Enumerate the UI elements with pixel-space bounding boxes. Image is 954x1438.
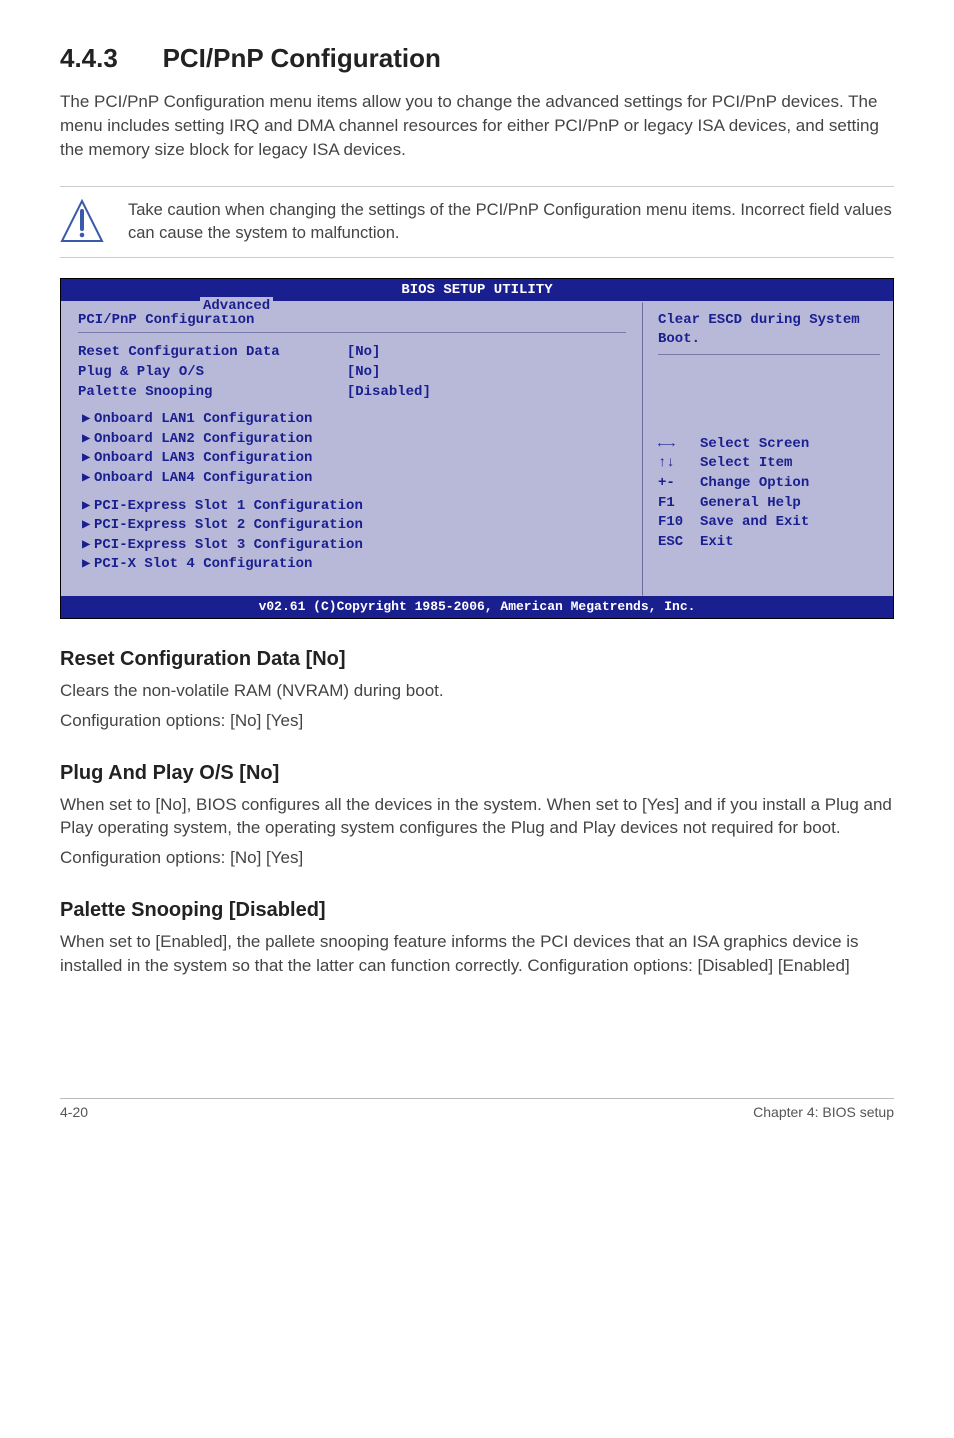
triangle-icon: ▶ bbox=[82, 497, 94, 517]
bios-right-panel: Clear ESCD during System Boot. ←→ Select… bbox=[643, 302, 893, 596]
submenu-label: Onboard LAN2 Configuration bbox=[94, 431, 312, 447]
bios-tabbar: Advanced bbox=[201, 297, 272, 317]
caution-icon bbox=[60, 197, 104, 247]
bios-submenu-lan4[interactable]: ▶Onboard LAN4 Configuration bbox=[82, 469, 626, 489]
submenu-label: PCI-Express Slot 2 Configuration bbox=[94, 517, 363, 533]
submenu-label: PCI-Express Slot 1 Configuration bbox=[94, 498, 363, 514]
section-header: 4.4.3 PCI/PnP Configuration bbox=[60, 40, 894, 76]
bios-key-change-option: +- Change Option bbox=[658, 474, 880, 494]
submenu-label: Onboard LAN1 Configuration bbox=[94, 411, 312, 427]
subheading-plug-and-play: Plug And Play O/S [No] bbox=[60, 759, 894, 787]
bios-topbar: BIOS SETUP UTILITY Advanced bbox=[61, 279, 893, 301]
bios-submenu-lan1[interactable]: ▶Onboard LAN1 Configuration bbox=[82, 410, 626, 430]
bios-submenu-pcie3[interactable]: ▶PCI-Express Slot 3 Configuration bbox=[82, 536, 626, 556]
triangle-icon: ▶ bbox=[82, 555, 94, 575]
bios-key-select-screen: ←→ Select Screen bbox=[658, 435, 880, 455]
bios-panel-title: PCI/PnP Configuration bbox=[78, 311, 626, 334]
bios-main: PCI/PnP Configuration Reset Configuratio… bbox=[61, 301, 893, 596]
subsection-text: Configuration options: [No] [Yes] bbox=[60, 846, 894, 870]
page-number: 4-20 bbox=[60, 1103, 88, 1123]
bios-submenu-pcie1[interactable]: ▶PCI-Express Slot 1 Configuration bbox=[82, 497, 626, 517]
bios-submenu-group-lan: ▶Onboard LAN1 Configuration ▶Onboard LAN… bbox=[82, 410, 626, 488]
bios-left-panel: PCI/PnP Configuration Reset Configuratio… bbox=[61, 302, 643, 596]
subsection-text: When set to [Enabled], the pallete snoop… bbox=[60, 930, 894, 978]
bios-screen: BIOS SETUP UTILITY Advanced PCI/PnP Conf… bbox=[60, 278, 894, 619]
subheading-palette-snooping: Palette Snooping [Disabled] bbox=[60, 896, 894, 924]
bios-option-palette-snooping[interactable]: Palette Snooping [Disabled] bbox=[78, 383, 626, 403]
bios-tab-advanced[interactable]: Advanced bbox=[201, 298, 272, 314]
bios-submenu-pcie2[interactable]: ▶PCI-Express Slot 2 Configuration bbox=[82, 516, 626, 536]
triangle-icon: ▶ bbox=[82, 430, 94, 450]
bios-submenu-pcix4[interactable]: ▶PCI-X Slot 4 Configuration bbox=[82, 555, 626, 575]
bios-key-exit: ESC Exit bbox=[658, 533, 880, 553]
subsection-text: Configuration options: [No] [Yes] bbox=[60, 709, 894, 733]
subsection-text: Clears the non-volatile RAM (NVRAM) duri… bbox=[60, 679, 894, 703]
caution-note: Take caution when changing the settings … bbox=[60, 186, 894, 258]
bios-option-reset-config-data[interactable]: Reset Configuration Data [No] bbox=[78, 343, 626, 363]
triangle-icon: ▶ bbox=[82, 516, 94, 536]
section-number: 4.4.3 bbox=[60, 40, 118, 76]
bios-submenu-lan3[interactable]: ▶Onboard LAN3 Configuration bbox=[82, 449, 626, 469]
bios-footer: v02.61 (C)Copyright 1985-2006, American … bbox=[61, 596, 893, 618]
submenu-label: Onboard LAN4 Configuration bbox=[94, 470, 312, 486]
bios-submenu-lan2[interactable]: ▶Onboard LAN2 Configuration bbox=[82, 430, 626, 450]
bios-submenu-group-pci: ▶PCI-Express Slot 1 Configuration ▶PCI-E… bbox=[82, 497, 626, 575]
triangle-icon: ▶ bbox=[82, 536, 94, 556]
triangle-icon: ▶ bbox=[82, 469, 94, 489]
bios-key-select-item: ↑↓ Select Item bbox=[658, 454, 880, 474]
caution-text: Take caution when changing the settings … bbox=[128, 199, 894, 245]
page-footer: 4-20 Chapter 4: BIOS setup bbox=[60, 1098, 894, 1123]
bios-title: BIOS SETUP UTILITY bbox=[401, 282, 552, 298]
chapter-label: Chapter 4: BIOS setup bbox=[753, 1103, 894, 1123]
bios-key-save-exit: F10 Save and Exit bbox=[658, 513, 880, 533]
submenu-label: Onboard LAN3 Configuration bbox=[94, 450, 312, 466]
bios-help-text: Clear ESCD during System Boot. bbox=[658, 311, 880, 355]
bios-option-plug-and-play-os[interactable]: Plug & Play O/S [No] bbox=[78, 363, 626, 383]
subheading-reset-config: Reset Configuration Data [No] bbox=[60, 645, 894, 673]
triangle-icon: ▶ bbox=[82, 410, 94, 430]
triangle-icon: ▶ bbox=[82, 449, 94, 469]
section-title: PCI/PnP Configuration bbox=[163, 40, 441, 76]
bios-key-general-help: F1 General Help bbox=[658, 494, 880, 514]
subsection-text: When set to [No], BIOS configures all th… bbox=[60, 793, 894, 841]
intro-paragraph: The PCI/PnP Configuration menu items all… bbox=[60, 90, 894, 161]
submenu-label: PCI-Express Slot 3 Configuration bbox=[94, 537, 363, 553]
submenu-label: PCI-X Slot 4 Configuration bbox=[94, 556, 312, 572]
